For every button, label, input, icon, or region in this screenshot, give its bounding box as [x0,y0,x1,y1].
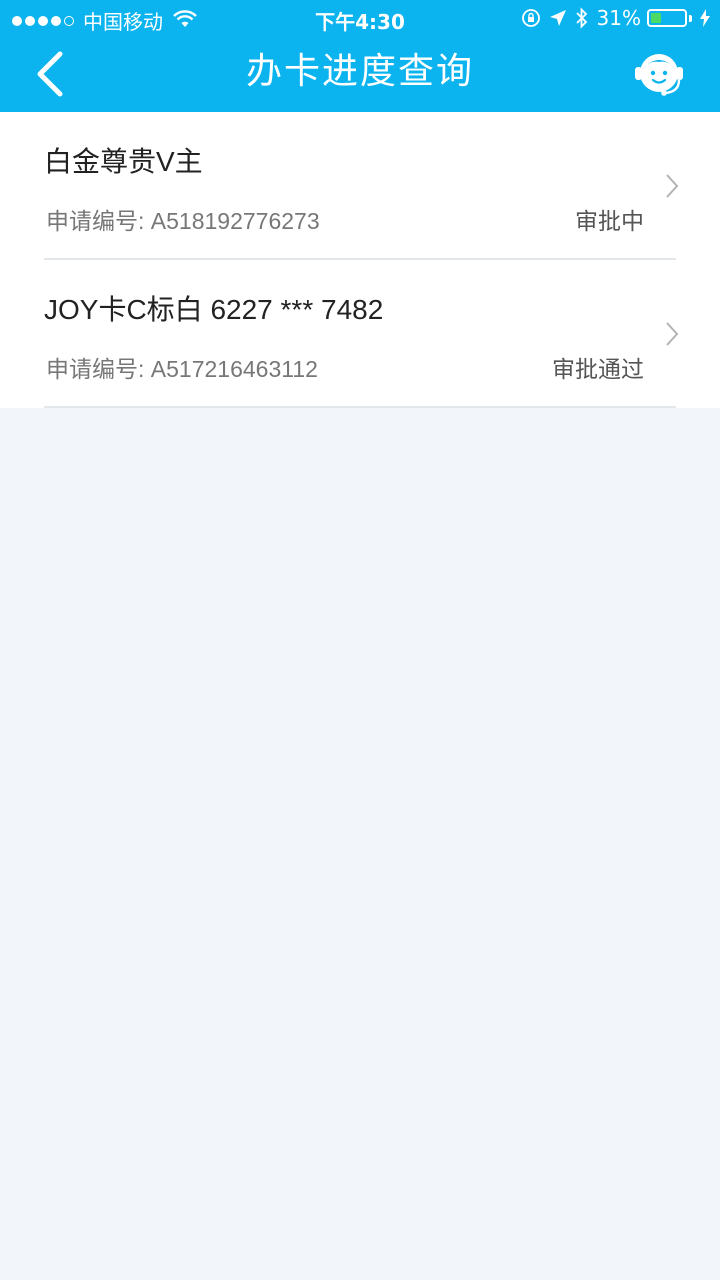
card-name: JOY卡C标白 6227 *** 7482 [44,294,384,325]
list-item[interactable]: 白金尊贵V主 申请编号: A518192776273 审批中 [0,112,720,260]
bluetooth-icon [575,7,589,29]
customer-service-icon [635,54,683,96]
divider [44,406,676,408]
page-title: 办卡进度查询 [245,51,474,92]
customer-service-button[interactable] [632,46,688,102]
status-label: 审批中 [575,209,644,235]
rotation-lock-icon [521,8,541,28]
application-list: 白金尊贵V主 申请编号: A518192776273 审批中 JOY卡C标白 6… [0,112,720,408]
location-icon [549,9,567,27]
status-label: 审批通过 [552,357,644,383]
card-name: 白金尊贵V主 [44,146,203,177]
list-item[interactable]: JOY卡C标白 6227 *** 7482 申请编号: A51721646311… [0,260,720,408]
application-number: 申请编号: A517216463112 [46,356,318,382]
battery-percent: 31% [596,6,641,30]
application-number: 申请编号: A518192776273 [46,208,320,234]
status-bar: 中国移动 下午4:30 31% [0,0,720,36]
battery-tip [689,14,692,22]
battery-level-fill [651,13,661,23]
nav-bar: 办卡进度查询 [0,36,720,112]
status-right: 31% [513,6,710,30]
battery-icon [647,9,687,27]
chevron-right-icon [666,174,679,198]
charging-icon [700,9,710,27]
chevron-right-icon [666,322,679,346]
